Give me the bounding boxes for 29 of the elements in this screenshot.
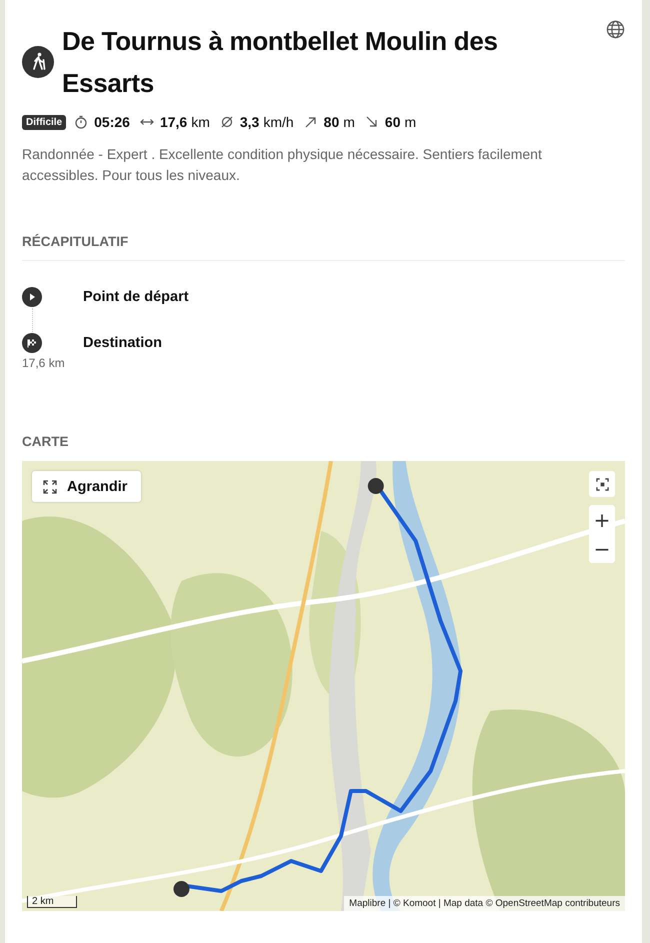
focus-icon (596, 478, 608, 490)
play-icon (22, 287, 42, 307)
difficulty-badge: Difficile (22, 114, 66, 130)
stat-value: 05:26 (94, 114, 130, 130)
globe-icon[interactable] (606, 20, 625, 39)
waypoint-label: Destination (83, 334, 162, 353)
speed-icon (220, 115, 234, 129)
stat-value: 3,3 km/h (240, 114, 294, 130)
expand-button[interactable]: Agrandir (32, 471, 142, 502)
focus-button[interactable] (589, 471, 615, 497)
hiker-icon (22, 46, 54, 78)
stat-value: 80 m (324, 114, 355, 130)
waypoint-label: Point de départ (83, 288, 189, 307)
section-heading: CARTE (22, 434, 70, 449)
stopwatch-icon (74, 115, 88, 129)
section-heading: RÉCAPITULATIF (22, 234, 130, 249)
tour-description: Randonnée - Expert . Excellente condition physique nécessaire. Sentiers facilement accessibles. Pour tous les niveaux. (22, 145, 543, 185)
map-attribution: Maplibre | © Komoot | Map data © OpenStreetMap contributeurs (344, 896, 625, 911)
stat-value: 60 m (384, 114, 416, 130)
down-arrow-icon (364, 115, 379, 129)
zoom-in-button[interactable]: + (589, 505, 615, 534)
up-arrow-icon (304, 115, 318, 129)
scale-bar: 2 km (27, 896, 77, 908)
distance-label: 17,6 km (22, 356, 65, 370)
tour-title: De Tournus à montbellet Moulin des Essarts (62, 25, 499, 100)
stat-value: 17,6 km (160, 114, 210, 130)
zoom-out-button[interactable]: − (589, 534, 615, 563)
flag-icon (22, 333, 42, 353)
expand-icon (43, 480, 57, 494)
